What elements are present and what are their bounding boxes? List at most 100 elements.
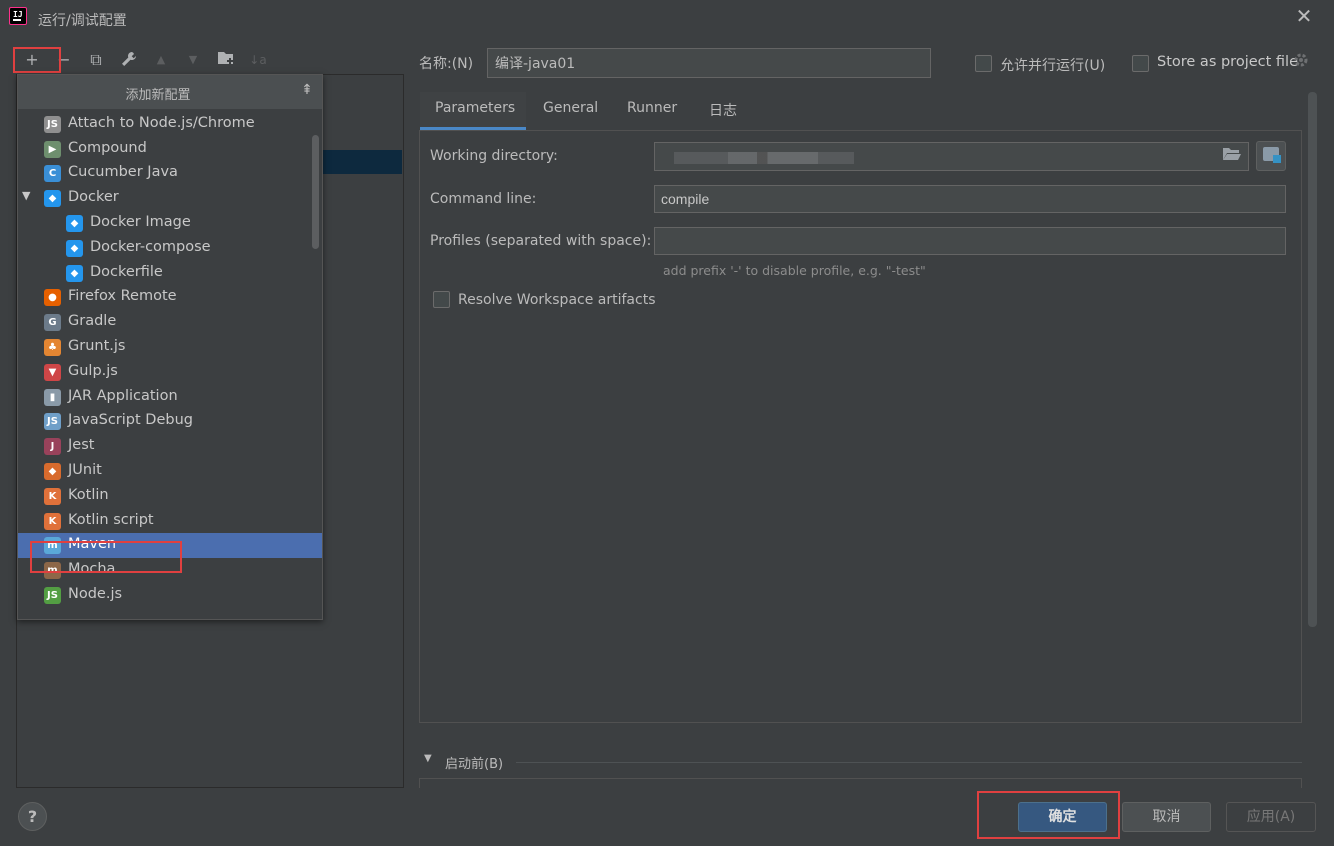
before-launch-label[interactable]: 启动前(B): [445, 753, 503, 772]
copy-icon[interactable]: ⧉: [86, 50, 106, 70]
divider: [516, 762, 1302, 763]
gradle-icon: G: [44, 314, 61, 332]
parameters-panel: [419, 130, 1302, 723]
highlight-box: [13, 47, 61, 73]
gear-icon[interactable]: [1293, 52, 1311, 72]
highlight-box: [30, 541, 182, 573]
list-item[interactable]: C Cucumber Java: [18, 161, 322, 186]
list-item-label: Firefox Remote: [68, 288, 177, 305]
tab-parameters[interactable]: Parameters: [435, 100, 515, 116]
nodejs-attach-icon: JS: [44, 115, 61, 133]
sort-icon[interactable]: ↓a: [248, 50, 268, 70]
name-input[interactable]: [487, 48, 931, 78]
nodejs-icon: JS: [44, 587, 61, 604]
list-item[interactable]: ● Firefox Remote: [18, 285, 322, 310]
list-item[interactable]: JS Attach to Node.js/Chrome: [18, 112, 322, 137]
profiles-input[interactable]: [654, 227, 1286, 255]
kotlin-icon: K: [44, 512, 61, 530]
list-item[interactable]: K Kotlin script: [18, 509, 322, 534]
move-up-icon[interactable]: ▲: [151, 50, 171, 70]
popup-title: 添加新配置: [125, 88, 191, 103]
list-item[interactable]: JS JavaScript Debug: [18, 409, 322, 434]
list-item-label: Cucumber Java: [68, 164, 178, 181]
kotlin-icon: K: [44, 487, 61, 505]
jar-icon: ▮: [44, 388, 61, 406]
list-item-label: Docker: [68, 189, 119, 206]
list-item-label: JUnit: [68, 462, 102, 478]
list-item[interactable]: ◆ Docker-compose: [18, 236, 322, 261]
profiles-label: Profiles (separated with space):: [430, 233, 652, 249]
docker-icon: ◆: [66, 264, 83, 282]
list-item-label: Grunt.js: [68, 338, 126, 354]
redacted-path: [674, 152, 854, 164]
move-down-icon[interactable]: ▼: [183, 50, 203, 70]
list-item[interactable]: JS Node.js: [18, 583, 322, 608]
docker-icon: ◆: [66, 215, 83, 232]
docker-icon: ◆: [66, 239, 83, 257]
intellij-logo-icon: IJ: [9, 7, 27, 25]
folder-open-icon[interactable]: [1222, 146, 1242, 164]
list-item-label: Gradle: [68, 313, 117, 330]
command-line-label: Command line:: [430, 191, 537, 207]
name-label: 名称:(N): [419, 56, 474, 72]
list-item[interactable]: ▶ Compound: [18, 137, 322, 162]
collapse-icon[interactable]: ⇞: [298, 80, 316, 100]
list-item[interactable]: ◆ JUnit: [18, 459, 322, 484]
close-button[interactable]: ✕: [1294, 6, 1314, 26]
list-item[interactable]: ◆ Docker Image: [18, 211, 322, 236]
grunt-icon: ♣: [44, 339, 61, 356]
popup-header: 添加新配置 ⇞: [18, 75, 322, 109]
list-item-label: Dockerfile: [90, 263, 163, 280]
list-item-label: Docker Image: [90, 214, 191, 230]
profiles-hint: add prefix '-' to disable profile, e.g. …: [663, 263, 926, 278]
list-item-label: Kotlin: [68, 486, 109, 503]
list-item[interactable]: G Gradle: [18, 310, 322, 335]
before-launch-list: [419, 778, 1302, 788]
junit-icon: ◆: [44, 463, 61, 480]
tree-selected-row[interactable]: [322, 150, 402, 174]
tab-logs[interactable]: 日志: [709, 100, 737, 120]
cancel-button[interactable]: 取消: [1122, 802, 1211, 832]
add-config-popup: ☺Arquillian TestNGJSAttach to Node.js/Ch…: [17, 74, 323, 620]
list-item[interactable]: ♣ Grunt.js: [18, 335, 322, 360]
list-item-label: Kotlin script: [68, 511, 154, 528]
firefox-icon: ●: [44, 289, 61, 307]
list-item[interactable]: K Kotlin: [18, 484, 322, 509]
wrench-icon[interactable]: [119, 50, 139, 70]
list-item-label: Gulp.js: [68, 362, 118, 379]
module-dir-button[interactable]: [1256, 141, 1286, 171]
gulp-icon: ▼: [44, 363, 61, 381]
list-item[interactable]: ▼ ◆ Docker: [18, 186, 322, 211]
allow-parallel-checkbox[interactable]: [975, 55, 992, 72]
title-bar: [0, 0, 1334, 36]
working-directory-label: Working directory:: [430, 148, 558, 164]
list-item-label: Node.js: [68, 586, 123, 602]
chevron-down-icon[interactable]: ▼: [22, 189, 30, 202]
command-line-input[interactable]: [654, 185, 1286, 213]
list-item[interactable]: ▼ Gulp.js: [18, 360, 322, 385]
tab-general[interactable]: General: [543, 100, 598, 116]
popup-scrollbar[interactable]: [312, 135, 319, 249]
compound-icon: ▶: [44, 140, 61, 158]
form-scrollbar[interactable]: [1308, 92, 1317, 627]
docker-icon: ◆: [44, 190, 61, 208]
tab-runner[interactable]: Runner: [627, 100, 677, 116]
help-button[interactable]: ?: [18, 802, 47, 831]
js-debug-icon: JS: [44, 413, 61, 431]
list-item-label: JAR Application: [68, 387, 178, 404]
list-item[interactable]: ▮ JAR Application: [18, 385, 322, 410]
allow-parallel-label: 允许并行运行(U): [1000, 58, 1106, 74]
cucumber-icon: C: [44, 165, 61, 183]
store-project-file-checkbox[interactable]: [1132, 55, 1149, 72]
jest-icon: J: [44, 438, 61, 456]
chevron-down-icon[interactable]: ▼: [424, 753, 436, 765]
resolve-workspace-checkbox[interactable]: [433, 291, 450, 308]
list-item-label: Jest: [68, 437, 95, 454]
list-item-label: JavaScript Debug: [68, 412, 193, 429]
list-item[interactable]: J Jest: [18, 434, 322, 459]
list-item-label: Compound: [68, 139, 147, 156]
apply-button[interactable]: 应用(A): [1226, 802, 1316, 832]
folder-add-icon[interactable]: [216, 50, 236, 70]
store-project-file-label: Store as project file: [1157, 54, 1298, 70]
list-item[interactable]: ◆ Dockerfile: [18, 261, 322, 286]
